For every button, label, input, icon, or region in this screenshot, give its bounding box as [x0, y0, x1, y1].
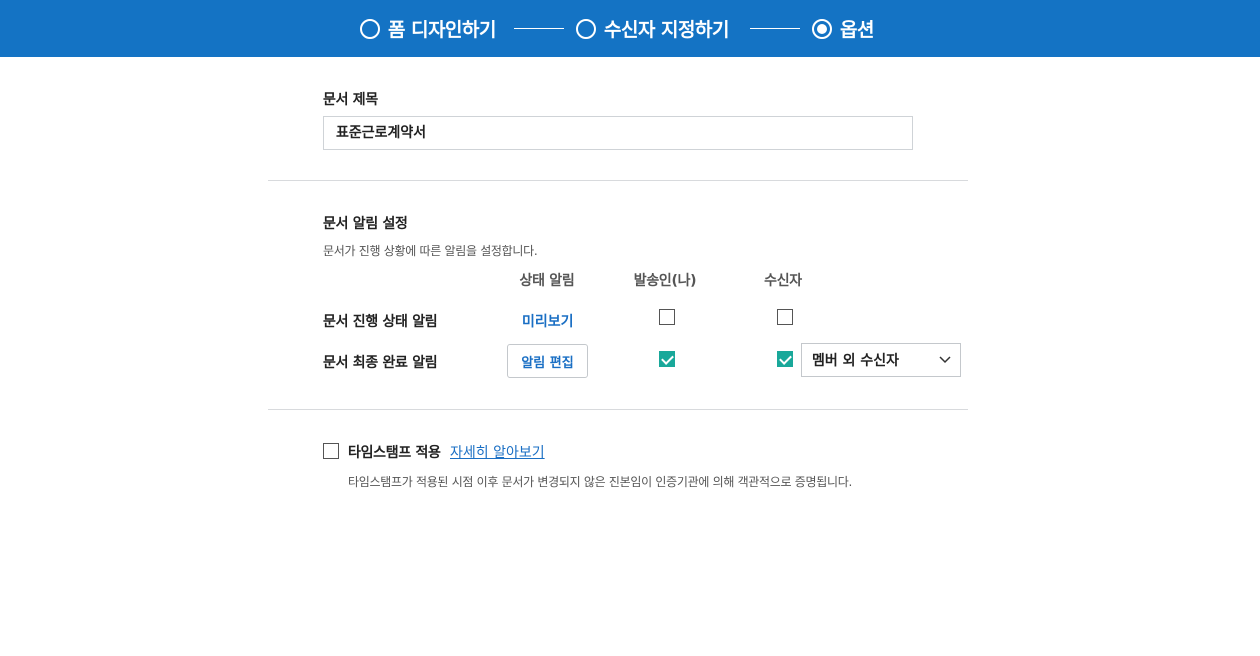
- column-header-recipient: 수신자: [764, 273, 802, 289]
- recipient-complete-checkbox[interactable]: [777, 351, 793, 367]
- row-label-progress: 문서 진행 상태 알림: [323, 314, 438, 330]
- column-header-sender: 발송인(나): [633, 273, 697, 289]
- step-label: 수신자 지정하기: [604, 19, 729, 41]
- stepper-header: 폼 디자인하기 수신자 지정하기 옵션: [0, 0, 1260, 57]
- recipient-scope-value: 멤버 외 수신자: [812, 353, 900, 369]
- document-title-label: 문서 제목: [323, 92, 378, 108]
- divider: [268, 180, 968, 181]
- timestamp-checkbox[interactable]: [323, 443, 339, 459]
- step-connector: [514, 28, 564, 29]
- timestamp-label: 타임스탬프 적용: [348, 445, 441, 461]
- notification-heading: 문서 알림 설정: [323, 216, 408, 232]
- notification-description: 문서가 진행 상황에 따른 알림을 설정합니다.: [323, 244, 538, 258]
- step-recipients[interactable]: 수신자 지정하기: [576, 0, 729, 57]
- step-label: 옵션: [840, 19, 874, 41]
- column-header-status: 상태 알림: [519, 273, 575, 289]
- recipient-progress-checkbox[interactable]: [777, 309, 793, 325]
- divider: [268, 409, 968, 410]
- step-label: 폼 디자인하기: [388, 19, 497, 41]
- learn-more-link[interactable]: 자세히 알아보기: [450, 442, 545, 462]
- step-options[interactable]: 옵션: [812, 0, 874, 57]
- step-form-design[interactable]: 폼 디자인하기: [360, 0, 497, 57]
- preview-link[interactable]: 미리보기: [522, 311, 574, 331]
- step-connector: [750, 28, 800, 29]
- document-title-input[interactable]: 표준근로계약서: [323, 116, 913, 150]
- radio-icon: [360, 18, 380, 39]
- recipient-scope-select[interactable]: 멤버 외 수신자: [801, 343, 961, 377]
- radio-selected-icon: [812, 18, 832, 39]
- row-label-complete: 문서 최종 완료 알림: [323, 355, 438, 371]
- sender-progress-checkbox[interactable]: [659, 309, 675, 325]
- edit-notification-button[interactable]: 알림 편집: [507, 344, 588, 378]
- sender-complete-checkbox[interactable]: [659, 351, 675, 367]
- chevron-down-icon: [939, 356, 951, 364]
- timestamp-description: 타임스탬프가 적용된 시점 이후 문서가 변경되지 않은 진본임이 인증기관에 …: [348, 475, 852, 489]
- radio-icon: [576, 18, 596, 39]
